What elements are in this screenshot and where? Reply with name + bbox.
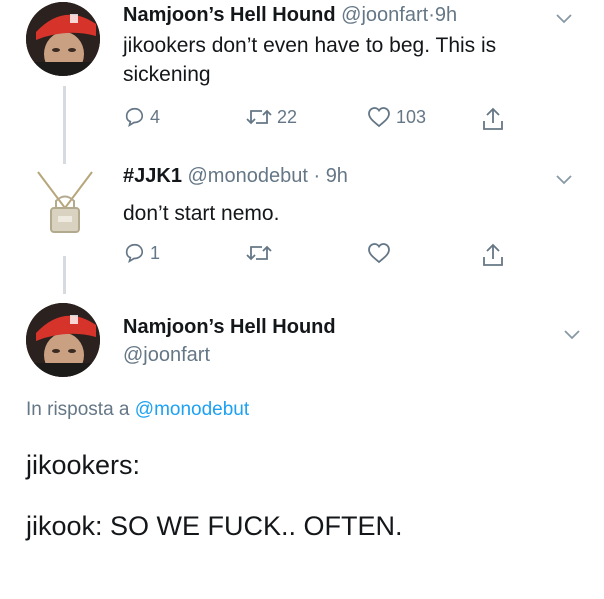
tweet1-reply-button[interactable]: 4 [123, 106, 160, 128]
tweet3-author-name[interactable]: Namjoon’s Hell Hound [123, 316, 336, 339]
tweet2-reply-button[interactable]: 1 [123, 242, 160, 264]
reply-to-prefix: In risposta a [26, 399, 130, 420]
share-icon[interactable] [481, 106, 505, 132]
tweet1-handle[interactable]: @joonfart [341, 4, 428, 26]
avatar-namjoon[interactable] [26, 303, 100, 377]
avatar-namjoon[interactable] [26, 2, 100, 76]
thread-line [63, 86, 66, 164]
tweet1-text: jikookers don’t even have to beg. This i… [123, 31, 496, 89]
avatar-image [26, 2, 100, 76]
tweet3-handle[interactable]: @joonfart [123, 344, 210, 367]
tweet2-reply-count: 1 [150, 242, 161, 263]
tweet1-time[interactable]: 9h [435, 4, 457, 26]
tweet2-time[interactable]: 9h [326, 165, 348, 187]
tweet2-author-name[interactable]: #JJK1 [123, 165, 182, 187]
reply-to-line: In risposta a @monodebut [26, 399, 249, 421]
retweet-icon [246, 109, 272, 125]
share-icon[interactable] [481, 242, 505, 268]
tweet3-text-line1: jikookers: [26, 450, 141, 480]
avatar-image [37, 171, 93, 233]
tweet2-handle[interactable]: @monodebut [188, 165, 308, 187]
tweet2-like-button[interactable] [367, 242, 391, 264]
tweet1-text-line2: sickening [123, 63, 211, 86]
thread-line [63, 256, 66, 294]
tweet1-retweet-count: 22 [277, 106, 298, 127]
reply-icon [125, 107, 144, 127]
tweet1-like-button[interactable]: 103 [367, 106, 426, 128]
like-icon [368, 243, 390, 264]
chevron-down-icon[interactable] [560, 322, 584, 346]
like-icon [368, 107, 390, 128]
chevron-down-icon[interactable] [552, 6, 576, 30]
tweet2-text: don’t start nemo. [123, 202, 280, 225]
tweet1-like-count: 103 [396, 106, 427, 127]
tweet1-text-line1: jikookers don’t even have to beg. This i… [123, 34, 497, 57]
avatar-monodebut[interactable] [34, 168, 96, 238]
chevron-down-icon[interactable] [552, 167, 576, 191]
tweet1-separator: · [428, 4, 435, 26]
tweet1-retweet-button[interactable]: 22 [246, 106, 297, 128]
reply-to-handle-link[interactable]: @monodebut [135, 399, 249, 420]
tweet1-author-name[interactable]: Namjoon’s Hell Hound [123, 4, 336, 26]
tweet3-text-line2: jikook: SO WE FUCK.. OFTEN. [26, 511, 403, 541]
tweet2-retweet-button[interactable] [246, 242, 272, 264]
tweet1-reply-count: 4 [150, 106, 161, 127]
tweet2-header: #JJK1 @monodebut · 9h [123, 165, 348, 188]
retweet-icon [246, 245, 272, 261]
tweet1-header: Namjoon’s Hell Hound @joonfart·9h [123, 4, 457, 27]
tweet2-separator: · [313, 165, 321, 187]
avatar-image [26, 303, 100, 377]
reply-icon [125, 243, 144, 263]
